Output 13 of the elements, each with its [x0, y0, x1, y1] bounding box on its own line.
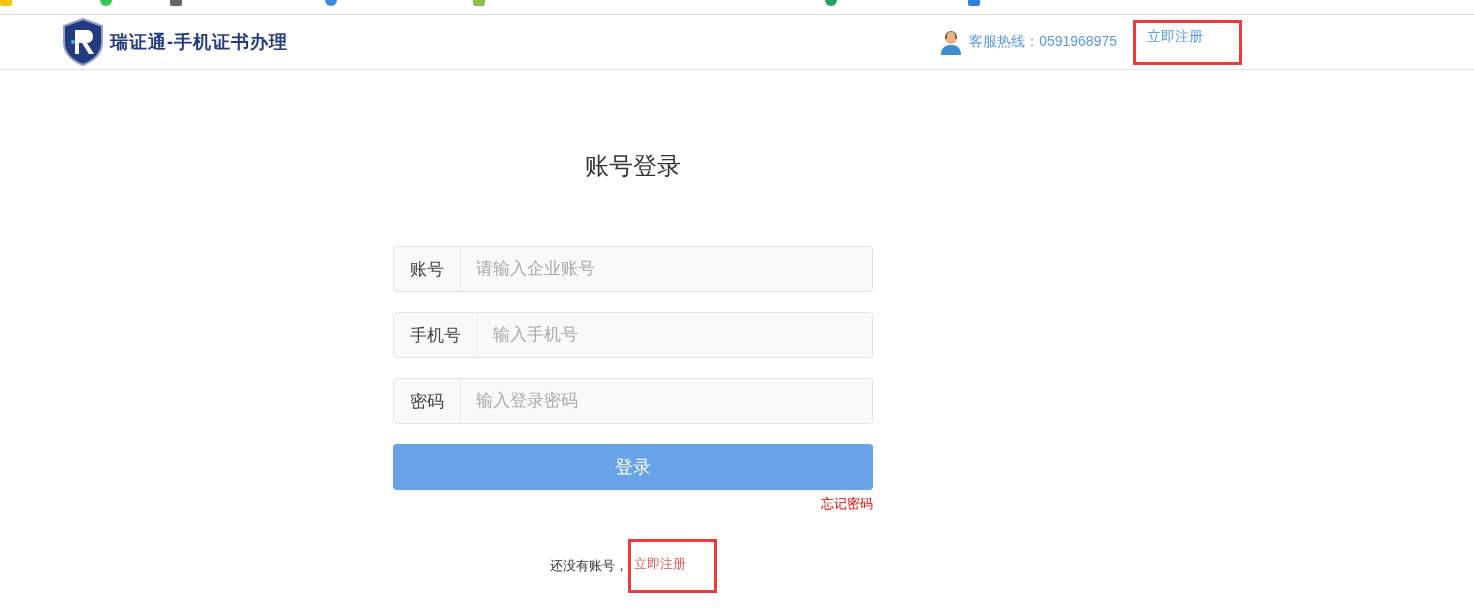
signup-prompt: 还没有账号， [549, 557, 628, 575]
input-field[interactable]: 账号 请输入企业账号 [393, 246, 873, 292]
signup-link[interactable]: 立即注册 [630, 542, 714, 590]
input-field[interactable]: 手机号 输入手机号 [393, 312, 873, 358]
hotline-text: 客服热线：0591968975 [969, 33, 1117, 51]
forgot-password-link[interactable]: 忘记密码 [821, 496, 873, 511]
login-heading: 账号登录 [585, 151, 681, 181]
input-field[interactable]: 密码 输入登录密码 [393, 378, 873, 424]
site-title: 瑞证通-手机证书办理 [110, 31, 288, 54]
login-button[interactable]: 登录 [393, 444, 873, 490]
shield-logo-icon [63, 18, 103, 66]
support-agent-icon [939, 29, 964, 55]
register-link[interactable]: 立即注册 [1136, 28, 1239, 56]
